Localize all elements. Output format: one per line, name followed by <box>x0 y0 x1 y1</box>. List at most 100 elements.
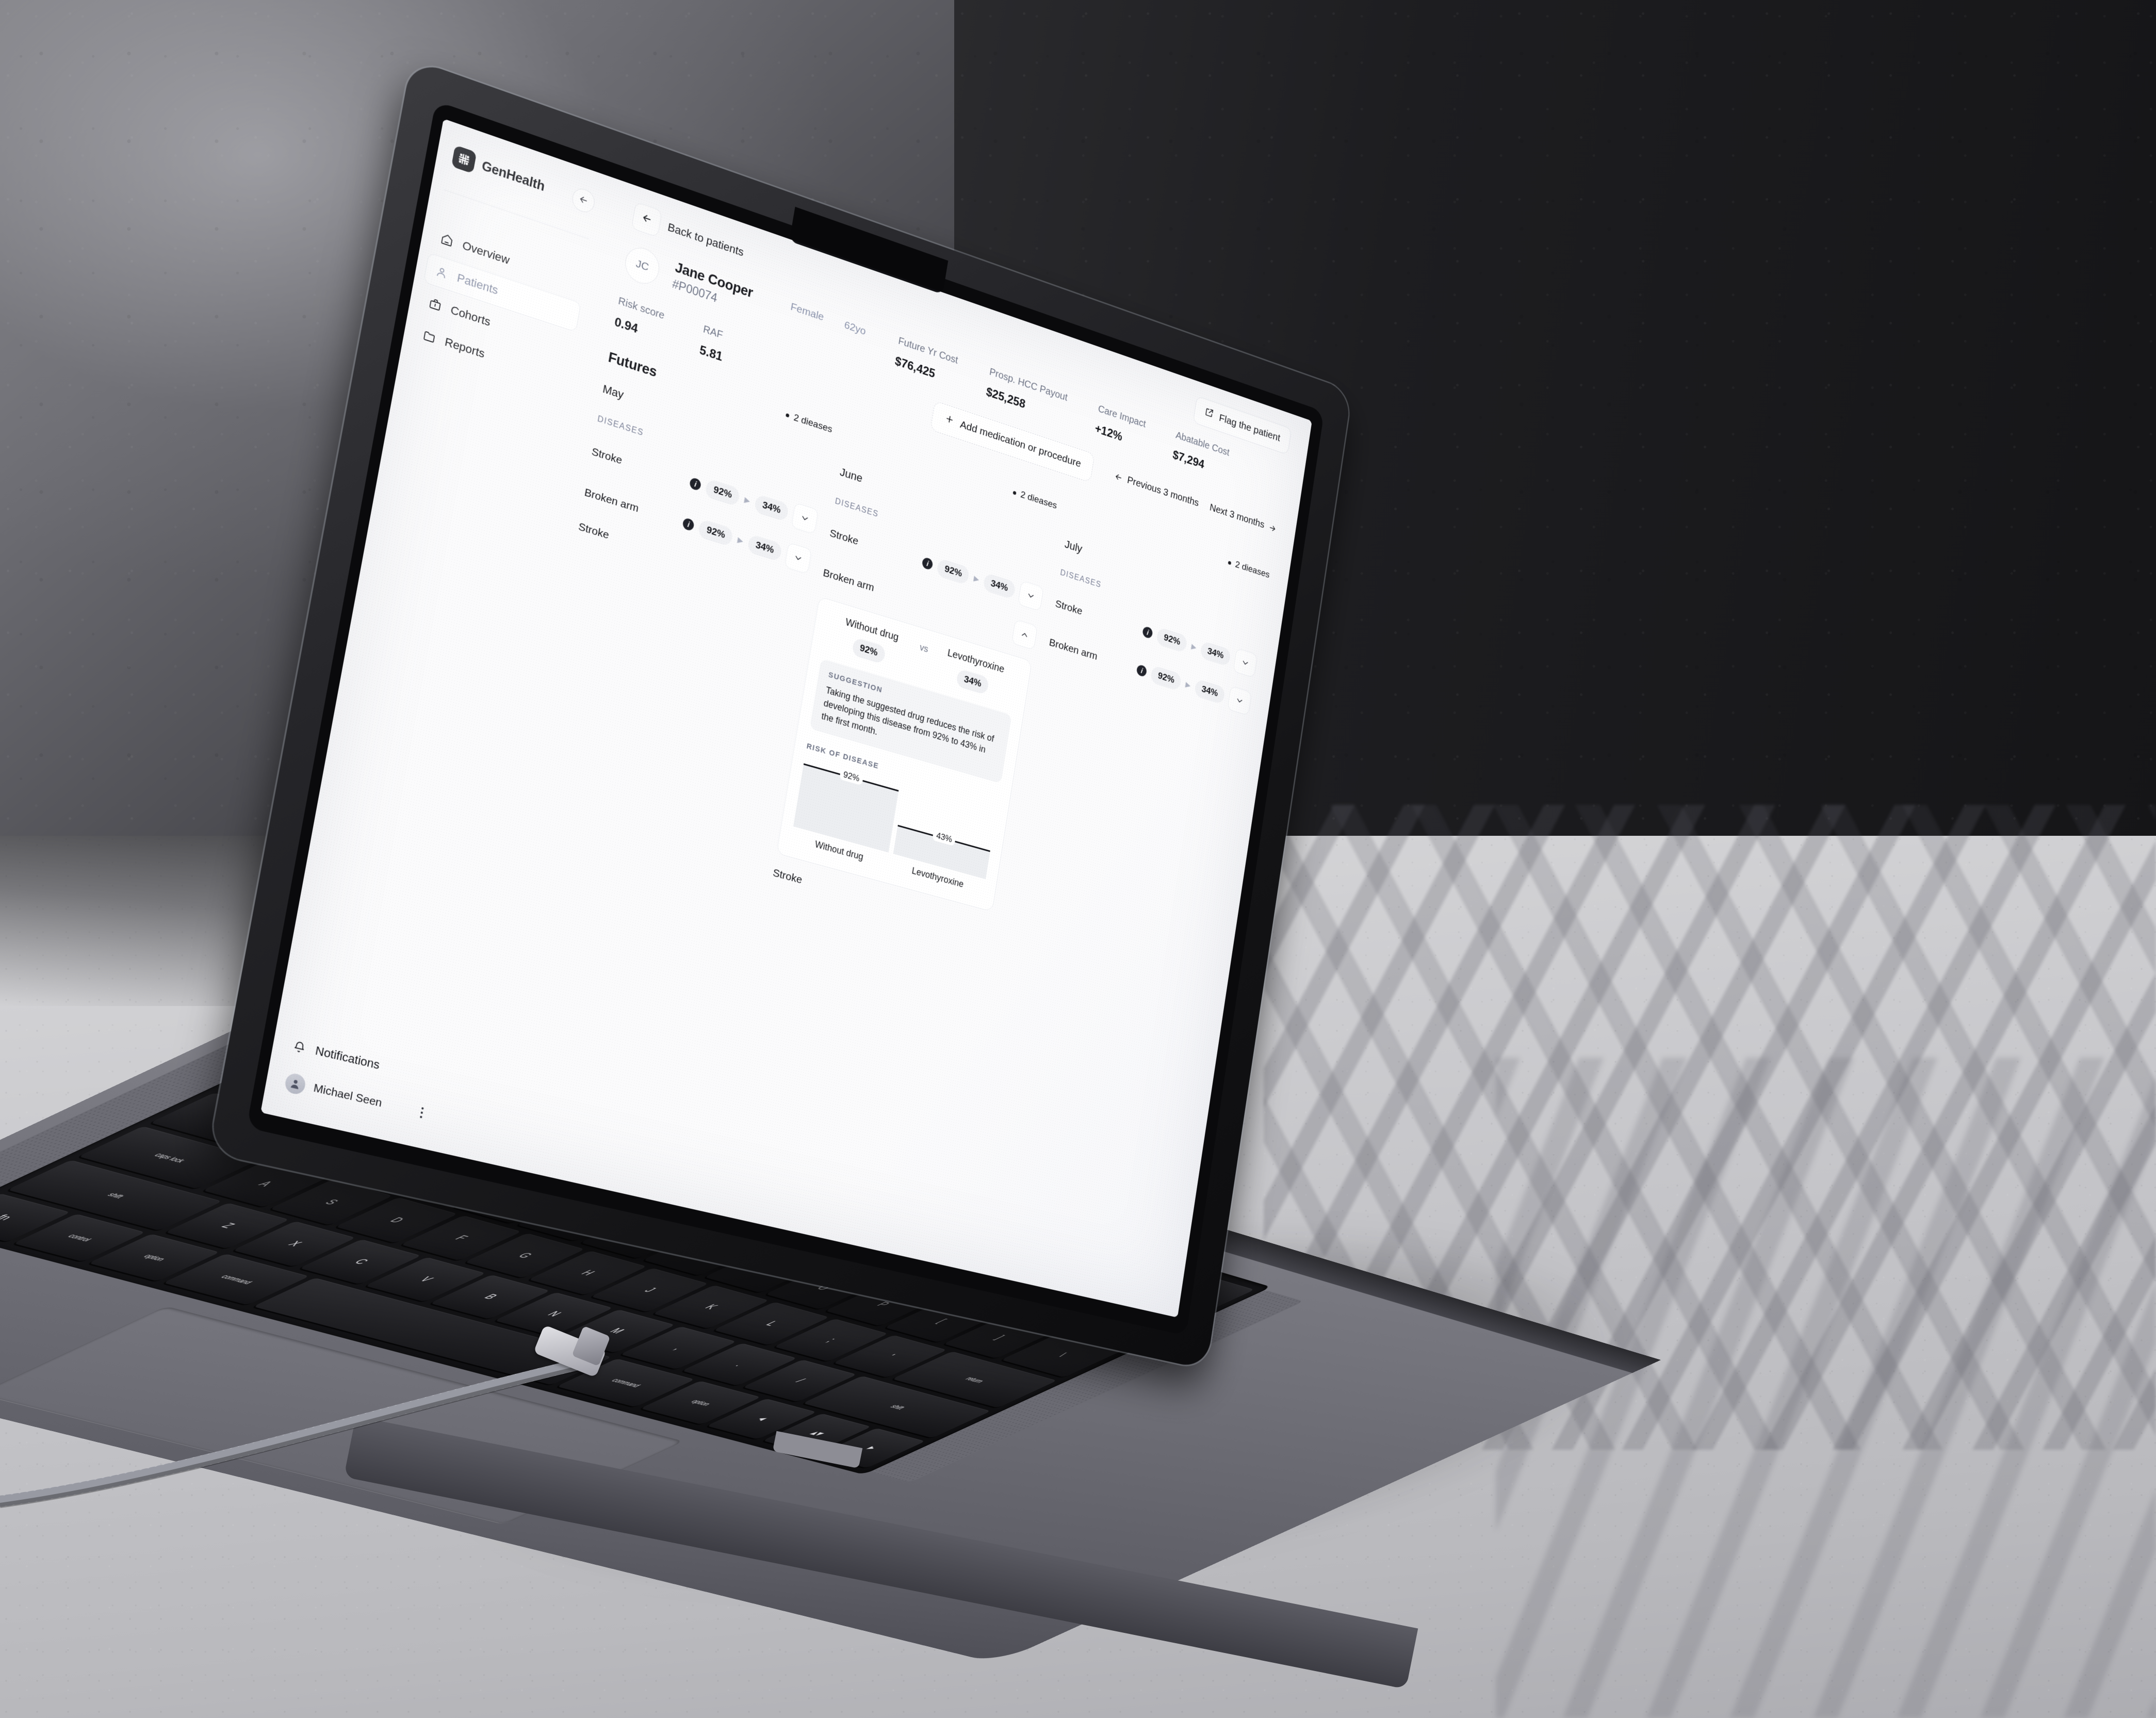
sidebar-item-label: Patients <box>456 271 499 298</box>
chart-bar-group: 92% Without drug <box>790 757 899 869</box>
briefcase-icon <box>427 296 443 313</box>
risk-to: 34% <box>1194 678 1226 704</box>
risk-pills <box>1011 619 1038 650</box>
badge-dot-icon <box>786 413 790 418</box>
genhealth-logo-icon <box>451 145 477 174</box>
scene: escF1F2F3F4F5F6F7F8F9F10F11F12⏻~12345678… <box>0 0 2156 1718</box>
arrow-right-icon: ▶ <box>1190 642 1197 652</box>
stat-care-impact: Care Impact +12% <box>1094 403 1147 451</box>
arrow-right-icon <box>1268 522 1277 533</box>
chevron-down-icon[interactable] <box>1227 686 1252 716</box>
kebab-icon[interactable] <box>414 1103 430 1123</box>
laptop-mockup: escF1F2F3F4F5F6F7F8F9F10F11F12⏻~12345678… <box>0 0 2156 1718</box>
external-link-icon <box>1204 406 1215 422</box>
patient-age: 62yo <box>843 319 867 338</box>
chart-bar-group: 43% Levothyroxine <box>890 786 997 896</box>
risk-to: 34% <box>754 494 789 522</box>
back-button[interactable] <box>631 202 663 238</box>
plus-icon <box>943 413 955 428</box>
bell-icon <box>291 1038 307 1056</box>
screen: GenHealth Overview Patients Cohorts Repo… <box>260 119 1312 1318</box>
chevron-down-icon[interactable] <box>791 503 819 535</box>
avatar <box>284 1072 307 1096</box>
futures-title: Futures <box>607 349 658 381</box>
chevron-down-icon[interactable] <box>1018 580 1044 611</box>
brand-name: GenHealth <box>481 158 546 195</box>
stat-abatable-cost: Abatable Cost $7,294 <box>1172 430 1230 479</box>
back-label: Back to patients <box>667 220 745 260</box>
drug-name-label: Levothyroxine <box>946 647 1005 676</box>
sidebar-nav: Overview Patients Cohorts Reports <box>402 217 596 398</box>
without-drug-label: Without drug <box>845 617 900 644</box>
badge-dot-icon <box>1228 560 1231 564</box>
patient-avatar: JC <box>623 243 662 288</box>
chevron-up-icon[interactable] <box>1011 619 1038 650</box>
next-3-months-button[interactable]: Next 3 months <box>1209 502 1277 535</box>
sidebar-footer: Notifications Michael Seen <box>264 1026 455 1134</box>
user-icon <box>434 264 450 281</box>
patient-sex: Female <box>790 301 825 324</box>
sidebar-collapse-button[interactable] <box>570 186 596 216</box>
badge-label: 2 dieases <box>1234 559 1270 581</box>
badge-dot-icon <box>1012 491 1016 495</box>
disease-name: Stroke <box>772 867 803 887</box>
badge-label: 2 dieases <box>793 412 833 435</box>
stat-raf: RAF 5.81 <box>698 323 727 364</box>
stat-value: 5.81 <box>698 343 724 365</box>
disease-name: Broken arm <box>822 567 875 594</box>
disease-count-badge: 2 dieases <box>1012 487 1057 512</box>
info-icon[interactable]: i <box>682 517 695 532</box>
info-icon[interactable]: i <box>1142 626 1153 639</box>
laptop-lid: GenHealth Overview Patients Cohorts Repo… <box>260 119 1312 1318</box>
chevron-down-icon[interactable] <box>1233 648 1257 678</box>
disease-name: Stroke <box>577 521 610 542</box>
sidebar-item-label: Cohorts <box>450 303 492 329</box>
sidebar-user-name: Michael Seen <box>313 1081 383 1110</box>
info-icon[interactable]: i <box>689 477 701 491</box>
disease-count-badge: 2 dieases <box>785 409 833 435</box>
previous-3-months-button[interactable]: Previous 3 months <box>1114 470 1199 509</box>
arrow-right-icon: ▶ <box>744 495 751 506</box>
stat-future-yr-cost: Future Yr Cost $76,425 <box>894 335 959 388</box>
risk-to: 34% <box>1200 641 1231 667</box>
risk-from: 92% <box>1156 627 1188 653</box>
risk-from: 92% <box>705 478 741 507</box>
arrow-right-icon: ▶ <box>1185 680 1191 690</box>
risk-to: 34% <box>983 573 1016 600</box>
info-icon[interactable]: i <box>922 557 934 571</box>
risk-from: 92% <box>936 558 970 586</box>
arrow-right-icon: ▶ <box>737 535 744 546</box>
sidebar-item-label: Reports <box>444 335 486 361</box>
risk-to: 34% <box>747 534 782 562</box>
disease-name: Stroke <box>1054 598 1083 618</box>
drug-value: 34% <box>956 669 990 695</box>
arrow-right-icon: ▶ <box>973 574 980 584</box>
sidebar-notifications-label: Notifications <box>314 1044 381 1073</box>
stat-risk-score: Risk score 0.94 <box>613 295 665 344</box>
stat-label: RAF <box>703 323 727 343</box>
arrow-left-icon <box>578 193 590 208</box>
previous-3-months-label: Previous 3 months <box>1126 474 1200 509</box>
risk-from: 92% <box>698 518 734 547</box>
without-drug-value: 92% <box>852 637 886 664</box>
disease-name: Stroke <box>829 527 859 548</box>
brand[interactable]: GenHealth <box>451 145 546 198</box>
home-icon <box>439 231 455 249</box>
drug-comparison-card: Without drug 92% vs Levothyroxine 34% SU… <box>776 596 1032 912</box>
next-3-months-label: Next 3 months <box>1209 502 1265 531</box>
disease-name: Broken arm <box>1048 637 1098 663</box>
arrow-left-icon <box>1114 471 1124 483</box>
add-medication-label: Add medication or procedure <box>959 418 1082 470</box>
arrow-left-icon <box>640 211 654 228</box>
chevron-down-icon[interactable] <box>784 542 812 574</box>
disease-name: Stroke <box>591 445 623 467</box>
risk-from: 92% <box>1150 665 1182 691</box>
power-cable <box>0 1347 609 1517</box>
info-icon[interactable]: i <box>1136 664 1148 677</box>
flag-patient-label: Flag the patient <box>1218 412 1281 444</box>
disease-name: Broken arm <box>583 486 640 515</box>
disease-count-badge: 2 dieases <box>1227 557 1270 581</box>
sidebar-item-label: Overview <box>461 238 511 267</box>
genhealth-app: GenHealth Overview Patients Cohorts Repo… <box>260 119 1312 1318</box>
risk-of-disease-chart: 92% Without drug 43% Levothyroxine <box>790 757 996 896</box>
